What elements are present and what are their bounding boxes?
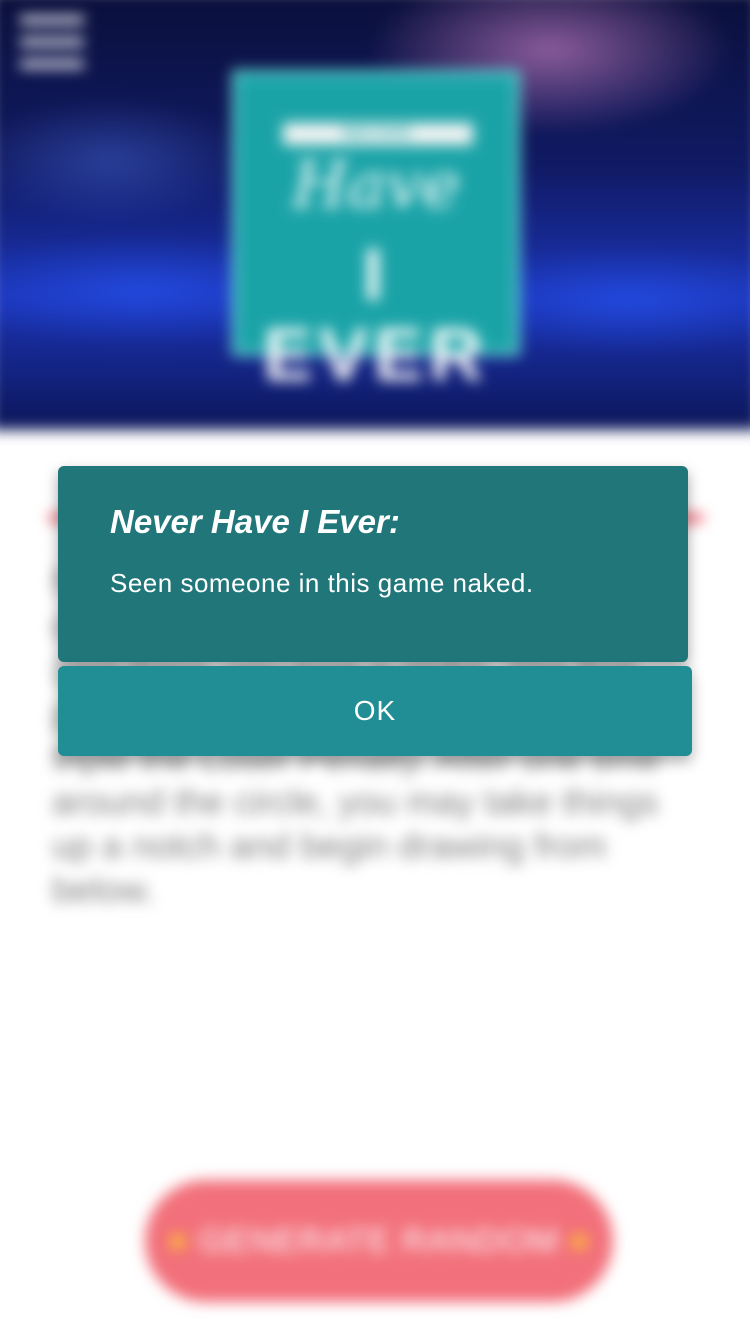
hamburger-menu-icon[interactable] <box>20 16 84 68</box>
ok-button[interactable]: OK <box>58 666 692 756</box>
logo-have-text: Have <box>292 149 460 223</box>
logo-band-text: NEVER <box>283 123 473 145</box>
generate-random-button[interactable]: ★ GENERATE RANDOM ★ <box>145 1180 613 1302</box>
alert-dialog: Never Have I Ever: Seen someone in this … <box>58 466 688 662</box>
star-icon: ★ <box>163 1223 193 1259</box>
dialog-title: Never Have I Ever: <box>110 503 400 540</box>
menu-bar-line <box>20 38 84 46</box>
screen: NEVER Have I EVER Never have I ever… Go … <box>0 0 750 1334</box>
menu-bar-line <box>20 60 84 68</box>
ok-button-label: OK <box>353 695 397 726</box>
star-icon: ★ <box>565 1223 595 1259</box>
game-logo: NEVER Have I EVER <box>232 70 520 395</box>
dialog-message: Seen someone in this game naked. <box>110 568 534 598</box>
logo-i-ever-text: I EVER <box>263 233 489 396</box>
menu-bar-line <box>20 16 84 24</box>
generate-random-label: GENERATE RANDOM <box>198 1221 560 1260</box>
